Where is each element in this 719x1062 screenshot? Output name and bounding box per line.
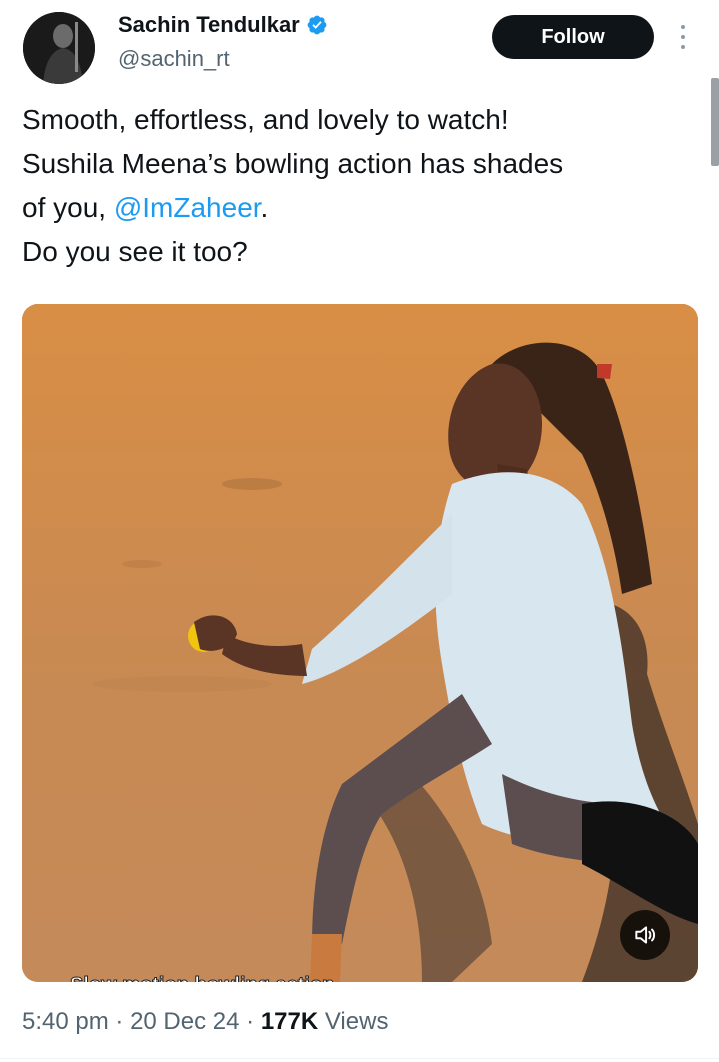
tweet-date[interactable]: 20 Dec 24 xyxy=(130,1008,239,1035)
more-vertical-icon[interactable] xyxy=(675,22,691,52)
tweet-line-2: Sushila Meena’s bowling action has shade… xyxy=(22,148,564,179)
views-label: Views xyxy=(324,1008,389,1035)
meta-separator: · xyxy=(115,1008,124,1035)
more-dot xyxy=(681,25,685,29)
scrollbar-thumb[interactable] xyxy=(711,78,719,166)
views-count: 177K xyxy=(260,1008,319,1035)
video-frame xyxy=(22,304,698,982)
tweet-line-1: Smooth, effortless, and lovely to watch! xyxy=(22,104,509,135)
author-display-name[interactable]: Sachin Tendulkar xyxy=(118,12,300,38)
follow-button[interactable]: Follow xyxy=(492,15,654,59)
video-player[interactable]: Slow motion bowling action xyxy=(22,304,698,982)
more-dot xyxy=(681,35,685,39)
author-name-row[interactable]: Sachin Tendulkar xyxy=(118,12,328,38)
tweet-metadata: 5:40 pm · 20 Dec 24 · 177K Views xyxy=(22,1008,388,1036)
tweet-line-4: Do you see it too? xyxy=(22,236,248,267)
divider xyxy=(0,1058,719,1059)
speaker-muted-icon xyxy=(635,926,656,944)
author-handle[interactable]: @sachin_rt xyxy=(118,46,230,72)
avatar[interactable] xyxy=(23,12,95,84)
tweet-line-3-prefix: of you, xyxy=(22,192,114,223)
tweet-time[interactable]: 5:40 pm xyxy=(22,1008,109,1035)
video-caption: Slow motion bowling action xyxy=(70,972,334,983)
mention-link[interactable]: @ImZaheer xyxy=(114,192,261,223)
tweet-line-3: of you, @ImZaheer. xyxy=(22,186,702,230)
mute-button[interactable] xyxy=(620,910,670,960)
tweet-text: Smooth, effortless, and lovely to watch!… xyxy=(22,98,702,274)
more-dot xyxy=(681,45,685,49)
verified-badge-icon xyxy=(307,15,327,35)
tweet-line-3-suffix: . xyxy=(260,192,269,223)
meta-separator: · xyxy=(246,1008,255,1035)
